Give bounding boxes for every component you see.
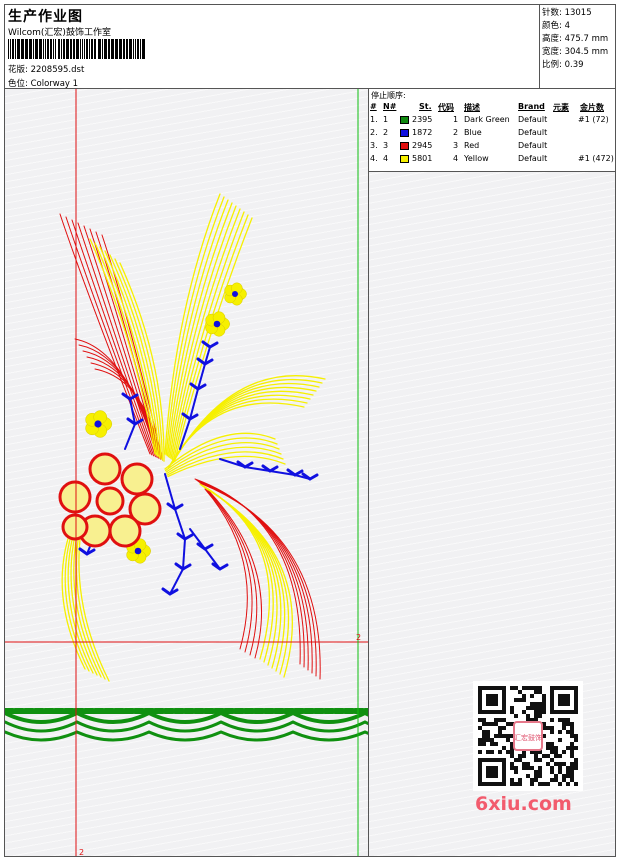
table-row: 4. 4 5801 4 Yellow Default #1 (472) <box>370 154 614 165</box>
flower-petal <box>58 480 92 514</box>
color-swatch <box>400 142 409 152</box>
border-scallop <box>5 730 368 742</box>
stat-stitches: 针数: 13015 <box>542 8 592 18</box>
stat-colors: 颜色: 4 <box>542 21 570 31</box>
stitch-leaf <box>201 340 219 349</box>
col-num: # <box>370 102 377 111</box>
colorway-value: Colorway 1 <box>30 79 79 89</box>
marker-bottom: 2 <box>79 848 84 856</box>
page-title: 生产作业图 <box>8 9 83 25</box>
col-brand: Brand <box>518 102 545 111</box>
qr-code-icon[interactable]: 汇宏鼓饰 <box>473 681 583 791</box>
flower-petal <box>61 513 89 541</box>
stitch-strand <box>206 488 293 678</box>
col-needle: N# <box>383 102 397 111</box>
design-canvas[interactable]: 2 2 <box>5 89 369 856</box>
border-scallop <box>5 710 368 724</box>
colorway-row: 色位: Colorway 1 <box>8 77 78 89</box>
stitch-leaf <box>196 542 214 551</box>
marker-right: 2 <box>356 633 361 642</box>
flower-center <box>94 420 102 428</box>
company-name: Wilcom(汇宏)鼓饰工作室 <box>8 28 111 38</box>
table-row: 2. 2 1872 2 Blue Default <box>370 128 548 139</box>
stop-sequence-title: 停止顺序: <box>371 91 406 100</box>
flower-center <box>232 291 238 297</box>
info-panel: 停止顺序: # N# St. 代码 描述 Brand 元素 金片数 1. 1 2… <box>369 89 615 856</box>
watermark-logo: 6xiu.com <box>475 793 572 815</box>
qr-badge: 汇宏鼓饰 <box>514 733 542 742</box>
header-info: 生产作业图 Wilcom(汇宏)鼓饰工作室 花版: 2208595.dst 色位… <box>5 5 540 89</box>
color-swatch <box>400 155 409 165</box>
stitch-strand <box>205 487 290 675</box>
flower-center <box>213 320 221 328</box>
col-element: 元素 <box>553 103 569 112</box>
table-row: 3. 3 2945 3 Red Default <box>370 141 548 152</box>
stop-sequence-table: 停止顺序: # N# St. 代码 描述 Brand 元素 金片数 1. 1 2… <box>369 89 615 172</box>
col-desc: 描述 <box>464 103 480 112</box>
stitch-strand <box>194 478 301 665</box>
flower-petal <box>120 462 154 496</box>
design-file-row: 花版: 2208595.dst <box>8 63 84 75</box>
design-stats: 针数: 13015 颜色: 4 高度: 475.7 mm 宽度: 304.5 m… <box>540 5 615 89</box>
stitch-branch <box>164 473 187 595</box>
stitch-strand <box>169 394 311 466</box>
embroidery-artwork <box>5 193 368 742</box>
stitch-strand <box>119 262 165 462</box>
color-swatch <box>400 129 409 139</box>
flower-petal <box>95 486 125 516</box>
stitch-leaf <box>211 562 229 571</box>
design-label: 花版: <box>8 65 28 75</box>
table-row: 1. 1 2395 1 Dark Green Default #1 (72) <box>370 115 609 126</box>
stitch-leaf <box>161 587 179 596</box>
col-code: 代码 <box>438 103 454 112</box>
stat-scale: 比例: 0.39 <box>542 60 584 70</box>
stitch-strand <box>195 479 305 668</box>
design-value: 2208595.dst <box>30 65 85 75</box>
production-sheet: 生产作业图 Wilcom(汇宏)鼓饰工作室 花版: 2208595.dst 色位… <box>4 4 616 857</box>
color-swatch <box>400 116 409 126</box>
col-sequins: 金片数 <box>580 103 604 112</box>
barcode-icon <box>8 39 145 59</box>
flower-petal <box>108 514 142 548</box>
flower-petal <box>88 452 122 486</box>
col-stitches: St. <box>419 102 432 111</box>
stat-width: 宽度: 304.5 mm <box>542 47 609 57</box>
flower-center <box>134 547 142 555</box>
stat-height: 高度: 475.7 mm <box>542 34 609 44</box>
stitch-strand <box>172 382 320 463</box>
embroidery-preview: 2 2 <box>5 89 368 856</box>
colorway-label: 色位: <box>8 79 28 89</box>
